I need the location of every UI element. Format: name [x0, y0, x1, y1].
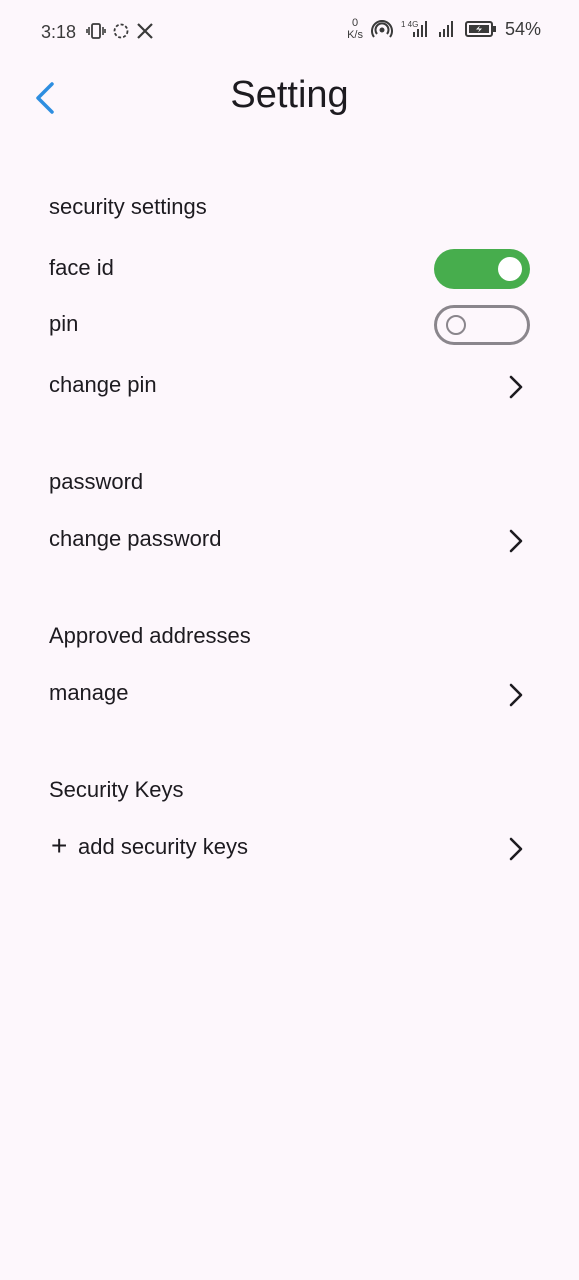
vibrate-icon — [86, 23, 106, 39]
chevron-right-icon — [509, 683, 523, 707]
toggle-knob — [498, 257, 522, 281]
net-speed: 0 K/s — [347, 17, 363, 41]
svg-text:1 4G: 1 4G — [401, 20, 418, 29]
signal-4g-icon: 1 4G — [401, 20, 427, 37]
face-id-toggle[interactable] — [434, 249, 530, 289]
status-right-icons: 0 K/s 1 4G 54% — [347, 17, 541, 41]
change-password-label: change password — [49, 526, 222, 551]
toggle-knob — [446, 315, 466, 335]
hotspot-icon — [371, 20, 393, 38]
x-logo-icon — [137, 23, 153, 39]
section-title-security: security settings — [49, 194, 207, 219]
pin-toggle[interactable] — [434, 305, 530, 345]
face-id-row: face id — [0, 243, 579, 295]
plus-icon: + — [51, 830, 68, 861]
change-password-row[interactable]: change password — [0, 514, 579, 566]
page-title: Setting — [230, 74, 349, 116]
manage-row[interactable]: manage — [0, 668, 579, 720]
status-bar: 3:18 0 K/s 1 4G 54% — [0, 0, 579, 64]
change-pin-label: change pin — [49, 372, 157, 397]
section-title-keys: Security Keys — [49, 777, 184, 802]
signal-icon — [438, 21, 453, 37]
change-pin-row[interactable]: change pin — [0, 360, 579, 412]
add-security-keys-label: add security keys — [78, 834, 248, 859]
status-left-icons — [86, 22, 154, 40]
section-title-addresses: Approved addresses — [49, 623, 251, 648]
chevron-right-icon — [509, 529, 523, 553]
chevron-right-icon — [509, 375, 523, 399]
status-time: 3:18 — [41, 22, 77, 42]
chevron-right-icon — [509, 837, 523, 861]
face-id-label: face id — [49, 255, 114, 280]
sync-icon — [113, 23, 129, 39]
pin-label: pin — [49, 311, 79, 336]
battery-charging-icon — [464, 21, 496, 37]
battery-percent: 54% — [504, 18, 541, 39]
net-speed-value: 0 — [351, 17, 359, 29]
pin-row: pin — [0, 299, 579, 351]
section-title-password: password — [49, 469, 144, 494]
manage-label: manage — [49, 680, 129, 705]
net-speed-unit: K/s — [347, 29, 363, 41]
add-security-keys-row[interactable]: + add security keys — [0, 822, 579, 874]
